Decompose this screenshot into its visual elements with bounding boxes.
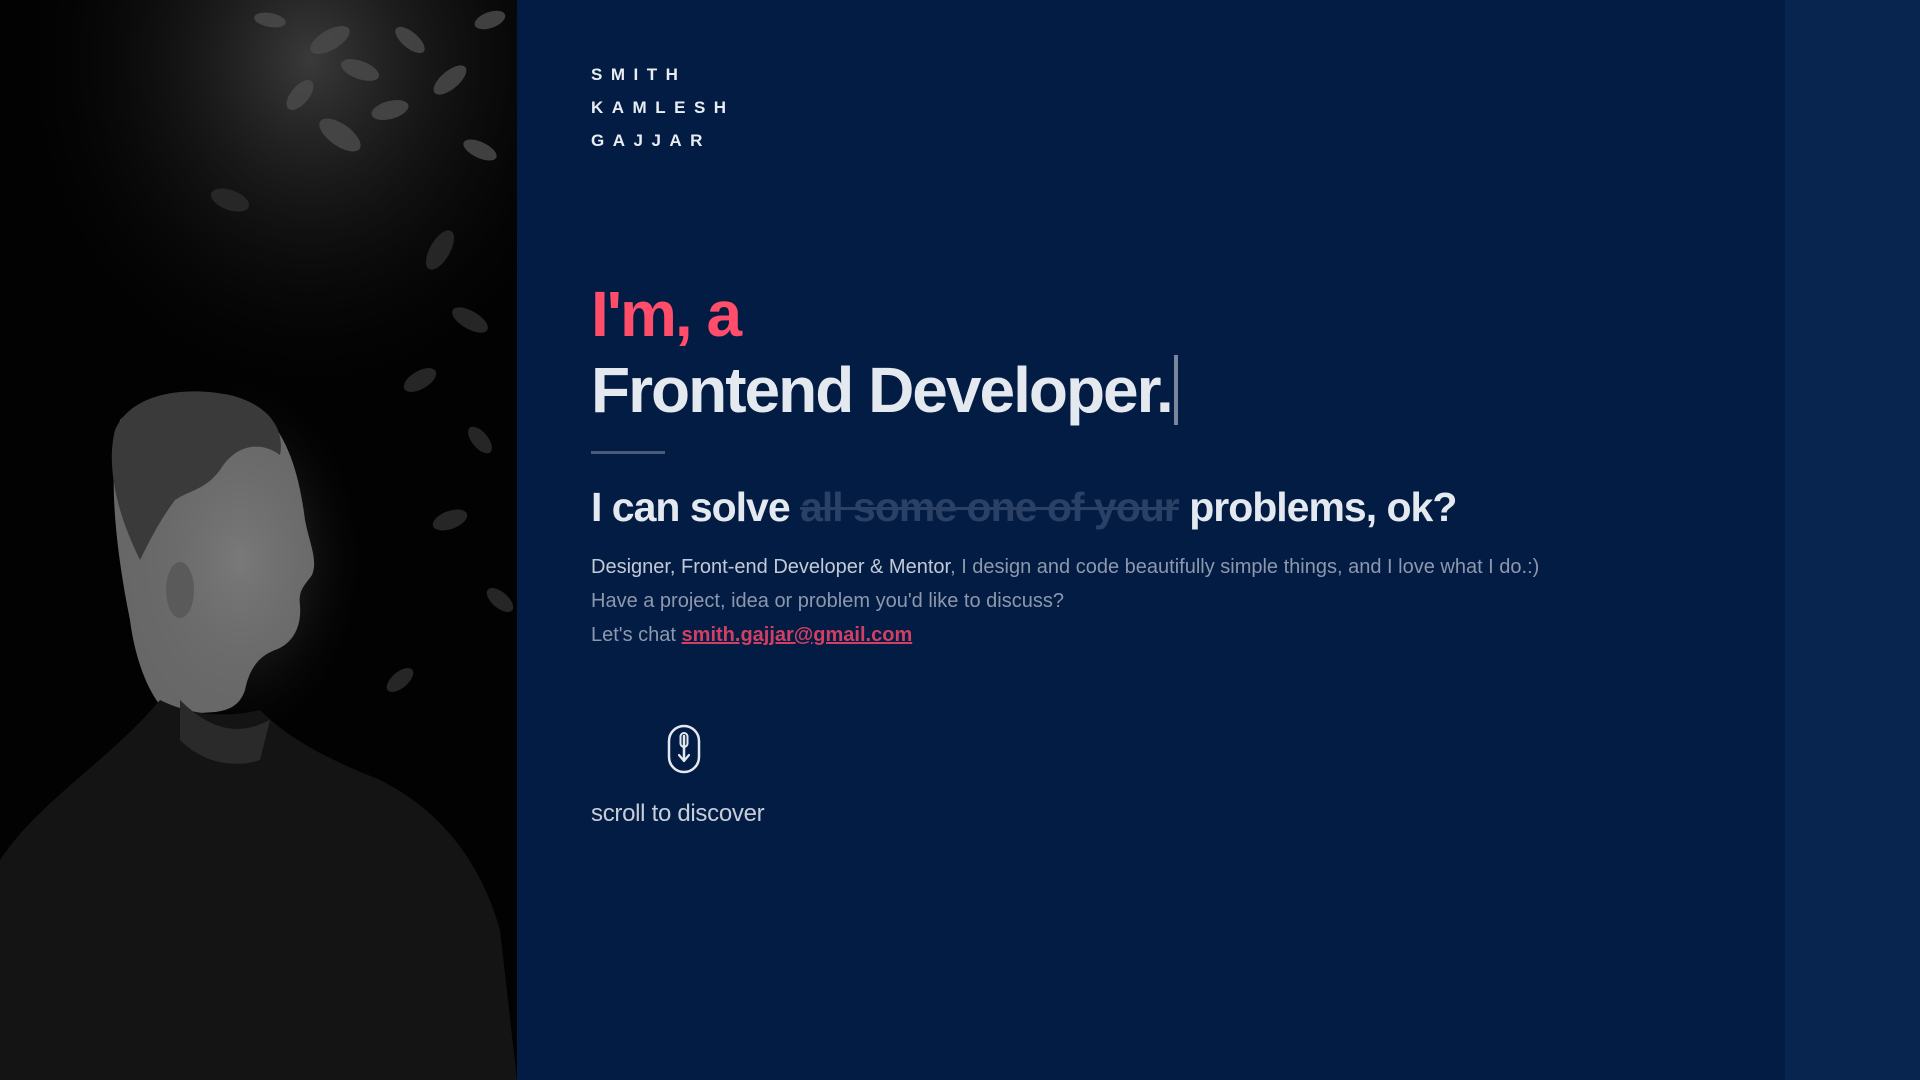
typing-caret [1173, 355, 1178, 425]
scroll-hint[interactable]: scroll to discover [591, 800, 765, 828]
divider [591, 451, 665, 454]
email-link[interactable]: smith.gajjar@gmail.com [682, 624, 913, 646]
hero-intro: I'm, a [591, 278, 742, 350]
brand-name-line: GAJJAR [591, 131, 711, 150]
hero-role-line: Frontend Developer. [591, 352, 1178, 428]
portrait-photo [0, 0, 517, 1080]
brand-logo[interactable]: SMITH KAMLESH GAJJAR [591, 58, 735, 157]
brand-name-line: KAMLESH [591, 98, 735, 117]
tagline-struck: all some one of your [800, 484, 1180, 530]
chat-prefix: Let's chat [591, 624, 676, 646]
description-line-1-rest: , I design and code beautifully simple t… [950, 556, 1540, 578]
hero-section: SMITH KAMLESH GAJJAR I'm, a Frontend Dev… [517, 0, 1785, 1080]
brand-name-line: SMITH [591, 65, 687, 84]
mouse-scroll-icon[interactable] [667, 724, 701, 774]
description-highlight: Designer, Front-end Developer & Mentor [591, 556, 951, 578]
page: SMITH KAMLESH GAJJAR I'm, a Frontend Dev… [0, 0, 1920, 1080]
description-line-2: Have a project, idea or problem you'd li… [591, 590, 1064, 612]
description-line-3: Let's chat smith.gajjar@gmail.com [591, 618, 1711, 652]
hero-role: Frontend Developer. [591, 354, 1174, 426]
portrait-illustration [0, 0, 517, 1080]
description-line-1: Designer, Front-end Developer & Mentor, … [591, 550, 1711, 584]
right-side-panel [1785, 0, 1920, 1080]
tagline-before: I can solve [591, 484, 791, 530]
description: Designer, Front-end Developer & Mentor, … [591, 550, 1711, 652]
tagline: I can solve all some one of your problem… [591, 482, 1457, 532]
tagline-after: problems, ok? [1189, 484, 1457, 530]
